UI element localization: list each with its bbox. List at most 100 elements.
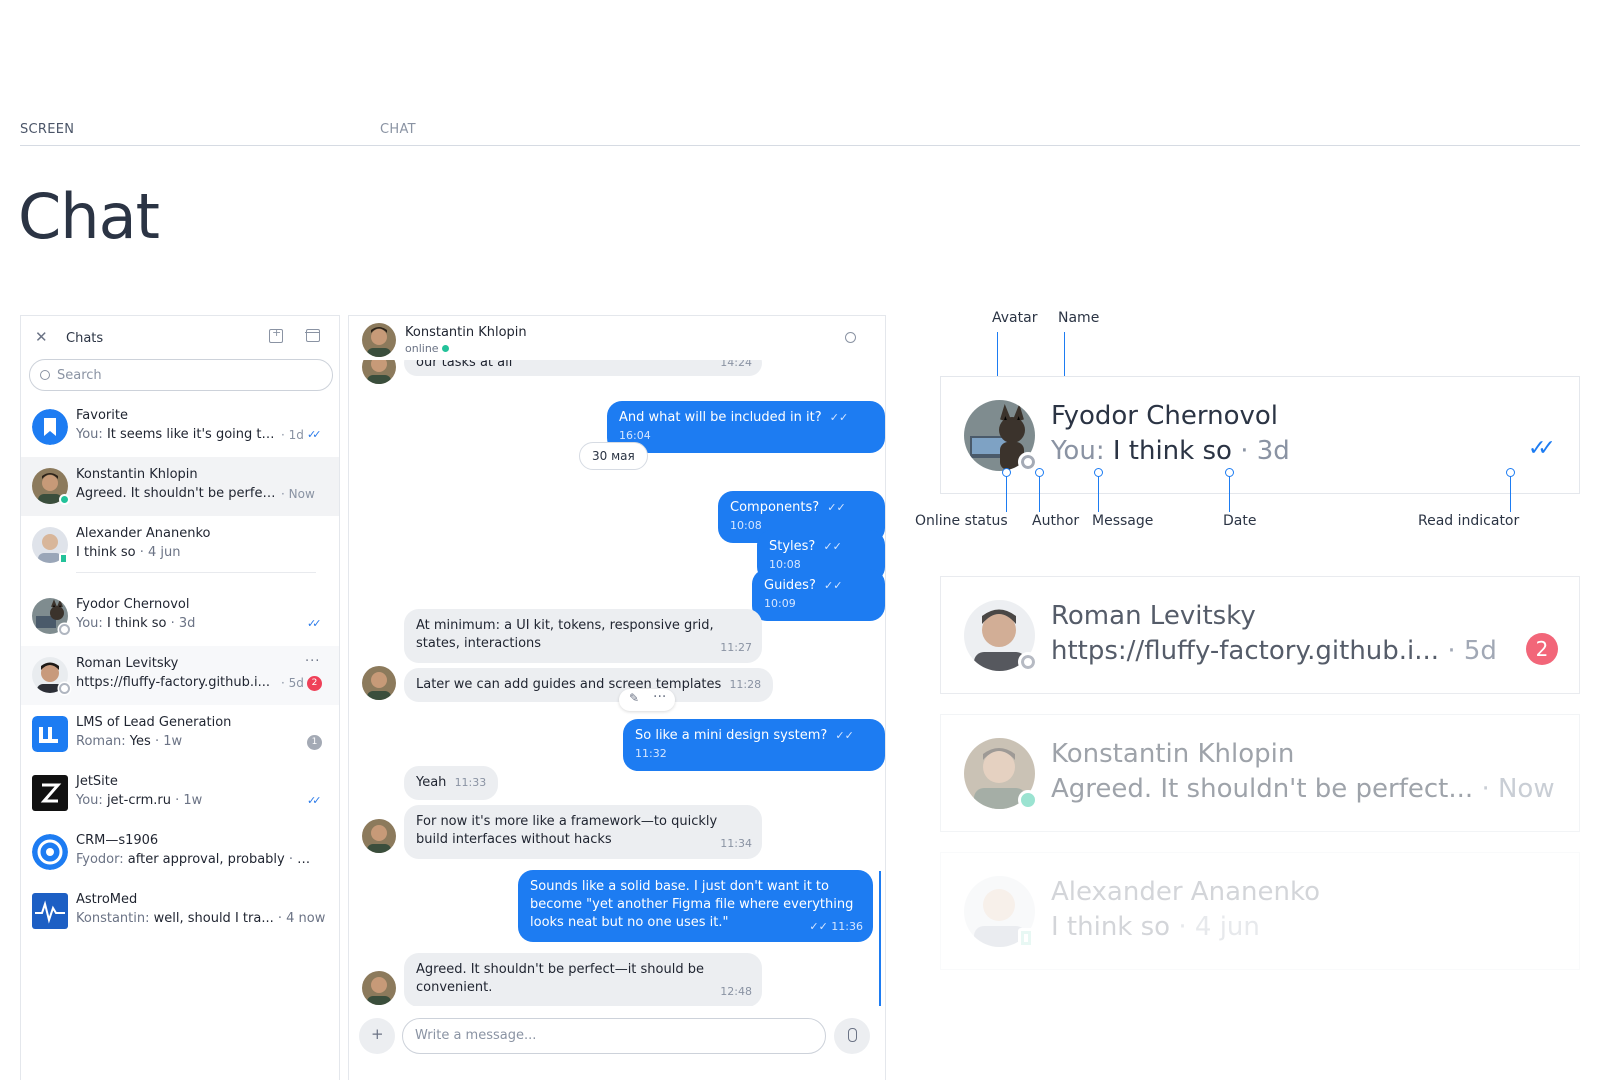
online-status-icon	[1018, 790, 1038, 810]
chat-time: · Now	[281, 487, 315, 501]
unread-badge: 2	[307, 676, 322, 691]
more-icon[interactable]: ···	[305, 654, 320, 669]
message-bubble-in[interactable]: Agreed. It shouldn't be perfect—it shoul…	[404, 953, 762, 1007]
message-hover-tools: ✎ ···	[619, 689, 675, 711]
microphone-icon[interactable]	[834, 1018, 870, 1054]
contact-name[interactable]: Konstantin Khlopin	[405, 325, 527, 340]
chat-preview: https://fluffy-factory.github.i... · 5d	[1051, 636, 1497, 666]
compose-bar: Write a message...	[349, 1006, 885, 1080]
list-item[interactable]: Konstantin Khlopin Agreed. It shouldn't …	[21, 457, 339, 516]
message-bubble-in[interactable]: For now it's more like a framework—to qu…	[404, 805, 762, 859]
chat-preview: You: It seems like it's going to...	[76, 427, 276, 442]
offline-status-icon	[1018, 652, 1038, 672]
list-item[interactable]: Roman Levitsky ··· https://fluffy-factor…	[21, 646, 339, 705]
annotation-line	[1064, 332, 1065, 380]
message-bubble-in[interactable]: Yeah 11:33	[404, 766, 499, 800]
annotation-date: Date	[1223, 513, 1257, 529]
read-indicator-icon: ✓✓	[307, 428, 322, 441]
message-bubble-out[interactable]: Guides? ✓✓ 10:09	[752, 569, 885, 621]
list-item[interactable]: CRM—s1906 Fyodor: after approval, probab…	[21, 823, 339, 882]
chat-preview: Fyodor: after approval, probably · 2w	[76, 852, 316, 867]
edit-icon[interactable]: ✎	[629, 691, 639, 705]
list-item[interactable]: Favorite You: It seems like it's going t…	[21, 398, 339, 457]
annotation-line	[1229, 476, 1230, 512]
message-bubble-in[interactable]: Later we can add guides and screen templ…	[404, 668, 774, 702]
annotation-line	[1039, 476, 1040, 512]
message-bubble-in[interactable]: At minimum: a UI kit, tokens, responsive…	[404, 609, 762, 663]
archive-icon[interactable]	[305, 329, 320, 342]
chat-name: Fyodor Chernovol	[1051, 401, 1278, 431]
chat-item-card[interactable]: Fyodor Chernovol You: I think so · 3d ✓✓	[940, 376, 1580, 494]
list-item[interactable]: AstroMed Konstantin: well, should I tra.…	[21, 882, 339, 941]
close-icon[interactable]: ✕	[35, 328, 48, 346]
chat-name: AstroMed	[76, 892, 138, 907]
search-icon[interactable]	[845, 332, 856, 343]
read-indicator-icon: ✓✓	[307, 794, 322, 807]
avatar[interactable]	[362, 323, 396, 357]
annotation-avatar: Avatar	[992, 310, 1038, 326]
chat-preview: You: I think so · 3d	[76, 616, 196, 631]
new-chat-icon[interactable]	[269, 326, 283, 343]
lms-logo-icon	[32, 716, 68, 752]
list-item[interactable]: Alexander Ananenko I think so · 4 jun	[21, 516, 339, 575]
read-indicator-icon: ✓✓	[307, 617, 322, 630]
online-status-icon	[441, 345, 449, 352]
avatar	[362, 666, 396, 700]
message-bubble-out[interactable]: So like a mini design system? ✓✓ 11:32	[623, 719, 885, 771]
chat-preview: Konstantin: well, should I tra... · 4 no…	[76, 911, 326, 926]
chat-preview: You: I think so · 3d	[1051, 436, 1290, 466]
annotation-message: Message	[1092, 513, 1154, 529]
chat-preview: Agreed. It shouldn't be perfect... · Now	[1051, 774, 1555, 804]
scrollbar[interactable]	[879, 871, 881, 1011]
more-icon[interactable]: ···	[653, 689, 666, 705]
chat-name: Roman Levitsky	[76, 656, 179, 671]
offline-status-icon	[59, 683, 70, 694]
section-header: SCREEN CHAT	[20, 122, 1580, 146]
chat-name: JetSite	[76, 774, 118, 789]
chat-list-header: ✕ Chats	[21, 316, 339, 360]
online-status-icon	[59, 494, 70, 505]
chat-name: LMS of Lead Generation	[76, 715, 232, 730]
message-input[interactable]: Write a message...	[402, 1018, 826, 1054]
contact-status: online	[405, 342, 449, 355]
divider	[76, 572, 316, 573]
chat-item-card[interactable]: Alexander Ananenko I think so · 4 jun	[940, 852, 1580, 970]
chat-name: Roman Levitsky	[1051, 601, 1256, 631]
list-item[interactable]: Fyodor Chernovol You: I think so · 3d ✓✓	[21, 587, 339, 646]
chat-name: Favorite	[76, 408, 128, 423]
annotation-author: Author	[1032, 513, 1080, 529]
annotation-line	[1510, 476, 1511, 512]
annotation-line	[1006, 476, 1007, 512]
offline-status-icon	[59, 624, 70, 635]
unread-badge: 2	[1526, 633, 1558, 665]
list-item[interactable]: LMS of Lead Generation Roman: Yes · 1w 1	[21, 705, 339, 764]
chat-preview: You: jet-crm.ru · 1w	[76, 793, 203, 808]
page-title: Chat	[18, 180, 160, 253]
date-separator: 30 мая	[579, 442, 648, 470]
attach-icon[interactable]	[359, 1018, 395, 1054]
chat-item-anatomy: Avatar Name Fyodor Chernovol You: I thin…	[915, 300, 1595, 1060]
chat-preview: https://fluffy-factory.github.i...	[76, 675, 271, 690]
search-placeholder: Search	[57, 368, 102, 383]
search-input[interactable]: Search	[29, 359, 333, 391]
chat-name: CRM—s1906	[76, 833, 159, 848]
chat-preview: Agreed. It shouldn't be perfect...	[76, 486, 276, 501]
bookmark-icon	[32, 409, 68, 445]
chat-time: · 1d	[281, 428, 304, 442]
astromed-logo-icon	[32, 893, 68, 929]
chat-name: Fyodor Chernovol	[76, 597, 190, 612]
avatar	[362, 971, 396, 1005]
mobile-status-icon	[1018, 928, 1034, 948]
chat-name: Alexander Ananenko	[1051, 877, 1320, 907]
message-bubble-out[interactable]: And what will be included in it? ✓✓ 16:0…	[607, 401, 885, 453]
annotation-name: Name	[1058, 310, 1100, 326]
message-bubble-out[interactable]: Sounds like a solid base. I just don't w…	[518, 870, 873, 942]
chat-item-card[interactable]: Roman Levitsky https://fluffy-factory.gi…	[940, 576, 1580, 694]
list-item[interactable]: JetSite You: jet-crm.ru · 1w ✓✓	[21, 764, 339, 823]
chat-name: Konstantin Khlopin	[76, 467, 198, 482]
chat-item-card[interactable]: Konstantin Khlopin Agreed. It shouldn't …	[940, 714, 1580, 832]
screen-label: SCREEN	[20, 122, 75, 137]
chat-list-title: Chats	[66, 331, 104, 346]
avatar	[362, 819, 396, 853]
annotation-read-indicator: Read indicator	[1418, 513, 1520, 529]
